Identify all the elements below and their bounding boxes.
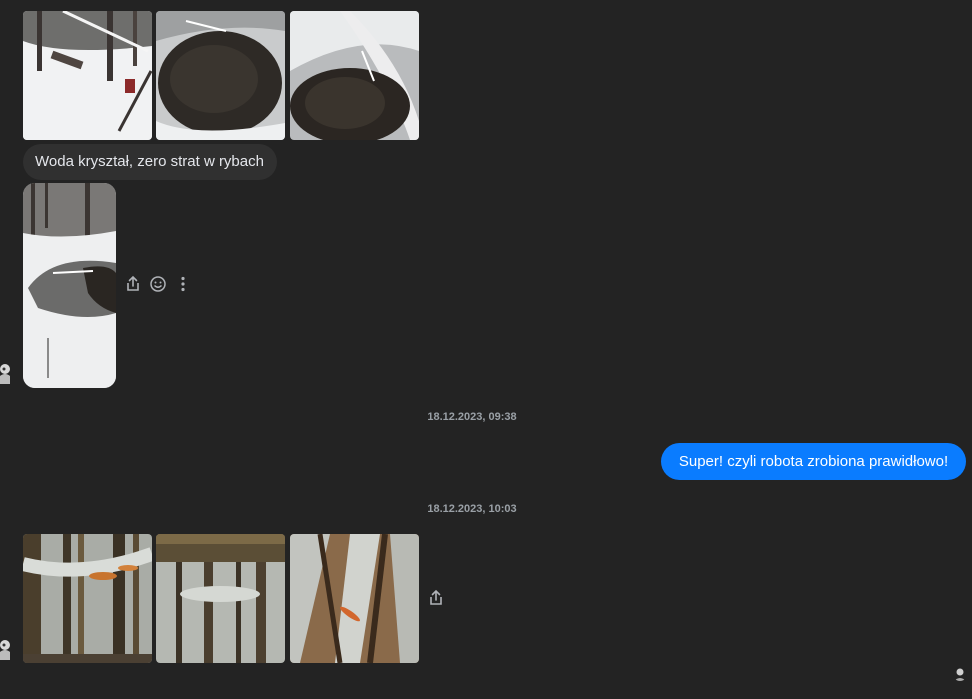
smiley-icon[interactable]	[149, 275, 167, 293]
timestamp-divider: 18.12.2023, 10:03	[427, 503, 517, 515]
sender-avatar[interactable]	[0, 362, 14, 384]
photo-pond-reflection-koi[interactable]	[23, 534, 152, 663]
timestamp-divider: 18.12.2023, 09:38	[427, 411, 517, 423]
outgoing-message-bubble: Super! czyli robota zrobiona prawidłowo!	[661, 443, 966, 480]
photo-pond-reflection-orange[interactable]	[290, 534, 419, 663]
incoming-message-text: Woda kryształ, zero strat w rybach	[35, 153, 264, 170]
photo-pond-reflection-trees[interactable]	[156, 534, 285, 663]
sender-avatar[interactable]	[0, 638, 14, 660]
photo-snow-pond-portrait[interactable]	[23, 183, 116, 388]
photo-snow-forest-bench[interactable]	[23, 11, 152, 140]
outgoing-message-text: Super! czyli robota zrobiona prawidłowo!	[678, 453, 949, 470]
photo-frozen-pond-hole[interactable]	[156, 11, 285, 140]
photo-frozen-pond-edge[interactable]	[290, 11, 419, 140]
share-icon[interactable]	[124, 275, 142, 293]
more-vertical-icon[interactable]	[174, 275, 192, 293]
share-icon[interactable]	[427, 589, 445, 607]
read-receipt-avatar	[953, 667, 967, 681]
incoming-message-bubble: Woda kryształ, zero strat w rybach	[23, 144, 277, 180]
